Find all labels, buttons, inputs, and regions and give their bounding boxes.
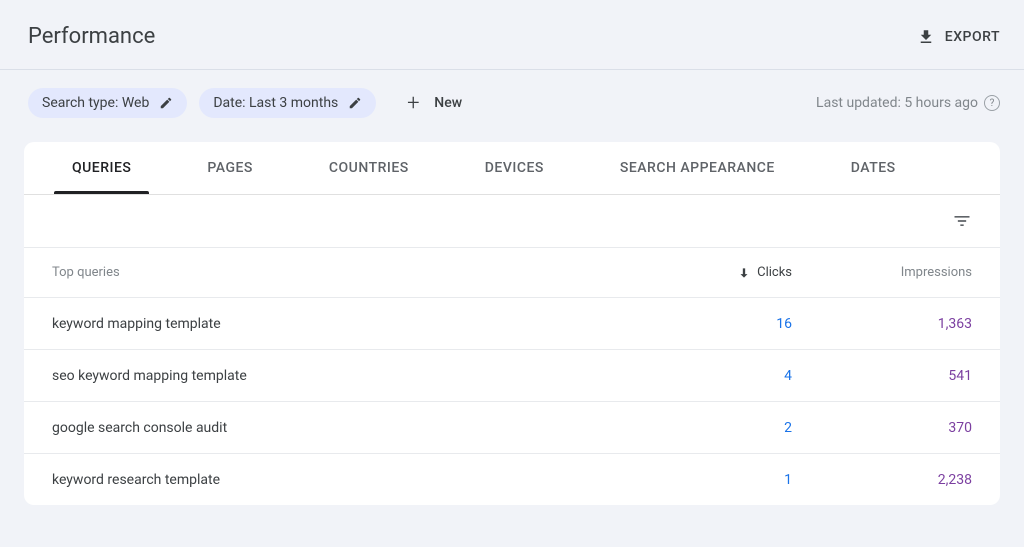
pencil-icon — [159, 96, 173, 110]
tab-search-appearance[interactable]: SEARCH APPEARANCE — [612, 142, 783, 194]
export-button[interactable]: EXPORT — [917, 28, 1000, 46]
new-filter-label: New — [434, 95, 462, 111]
cell-query: seo keyword mapping template — [52, 368, 662, 384]
table-header: Top queries Clicks Impressions — [24, 247, 1000, 297]
cell-impressions: 370 — [792, 420, 972, 436]
cell-query: keyword research template — [52, 472, 662, 488]
tab-queries[interactable]: QUERIES — [64, 142, 139, 194]
export-label: EXPORT — [945, 29, 1000, 45]
date-range-chip[interactable]: Date: Last 3 months — [199, 88, 376, 118]
cell-query: google search console audit — [52, 420, 662, 436]
cell-impressions: 1,363 — [792, 316, 972, 332]
cell-query: keyword mapping template — [52, 316, 662, 332]
cell-clicks: 4 — [662, 368, 792, 384]
download-icon — [917, 28, 935, 46]
col-header-impressions[interactable]: Impressions — [792, 265, 972, 280]
report-card: QUERIES PAGES COUNTRIES DEVICES SEARCH A… — [24, 142, 1000, 505]
tab-dates[interactable]: DATES — [843, 142, 904, 194]
search-type-label: Search type: Web — [42, 95, 149, 111]
cell-clicks: 2 — [662, 420, 792, 436]
tab-pages[interactable]: PAGES — [199, 142, 261, 194]
last-updated: Last updated: 5 hours ago ? — [816, 95, 1000, 111]
tab-devices[interactable]: DEVICES — [477, 142, 552, 194]
tabs: QUERIES PAGES COUNTRIES DEVICES SEARCH A… — [24, 142, 1000, 195]
pencil-icon — [348, 96, 362, 110]
new-filter-button[interactable]: + New — [404, 94, 462, 112]
sort-arrow-down-icon — [737, 266, 751, 280]
search-type-chip[interactable]: Search type: Web — [28, 88, 187, 118]
cell-impressions: 541 — [792, 368, 972, 384]
table-row[interactable]: seo keyword mapping template 4 541 — [24, 349, 1000, 401]
page-title: Performance — [28, 24, 155, 49]
date-range-label: Date: Last 3 months — [213, 95, 338, 111]
table-row[interactable]: keyword mapping template 16 1,363 — [24, 297, 1000, 349]
table-row[interactable]: google search console audit 2 370 — [24, 401, 1000, 453]
col-header-clicks-text: Clicks — [757, 265, 792, 280]
col-header-query[interactable]: Top queries — [52, 265, 662, 280]
col-header-clicks[interactable]: Clicks — [662, 265, 792, 280]
help-icon[interactable]: ? — [984, 95, 1000, 111]
last-updated-text: Last updated: 5 hours ago — [816, 95, 978, 111]
tab-countries[interactable]: COUNTRIES — [321, 142, 417, 194]
cell-clicks: 1 — [662, 472, 792, 488]
cell-impressions: 2,238 — [792, 472, 972, 488]
cell-clicks: 16 — [662, 316, 792, 332]
table-row[interactable]: keyword research template 1 2,238 — [24, 453, 1000, 505]
plus-icon: + — [404, 94, 422, 112]
filter-icon[interactable] — [952, 211, 972, 231]
